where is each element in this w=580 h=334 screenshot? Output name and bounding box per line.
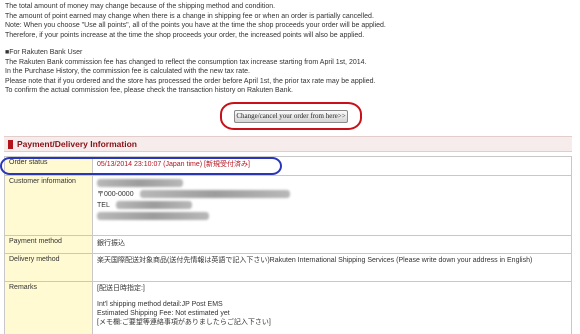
section-title: Payment/Delivery Information bbox=[17, 139, 137, 149]
notice-line: The amount of point earned may change wh… bbox=[5, 12, 374, 20]
delivery-method-label: Delivery method bbox=[4, 253, 93, 282]
bank-notice-line: To confirm the actual commission fee, pl… bbox=[5, 87, 293, 94]
payment-delivery-table: Order status 05/13/2014 23:10:07 (Japan … bbox=[4, 156, 572, 334]
remarks-label: Remarks bbox=[4, 281, 93, 334]
tel-line: TEL bbox=[97, 200, 567, 211]
redacted-address bbox=[139, 190, 290, 199]
redacted-phone bbox=[115, 201, 192, 210]
remarks-line: Int'l shipping method detail:JP Post EMS bbox=[97, 301, 223, 308]
order-status-value: 05/13/2014 23:10:07 (Japan time) [新規受付済み… bbox=[92, 156, 572, 176]
remarks-line: [配送日時指定:] bbox=[97, 285, 145, 292]
remarks-line: Estimated Shipping Fee: Not estimated ye… bbox=[97, 310, 230, 317]
change-cancel-order-button[interactable]: Change/cancel your order from here>> bbox=[234, 110, 348, 123]
tel-label: TEL bbox=[97, 202, 110, 209]
order-status-label: Order status bbox=[4, 156, 93, 176]
table-row-customer-information: Customer information 〒000-0000 TEL bbox=[4, 175, 572, 236]
redacted-email bbox=[97, 212, 209, 221]
notice-text-block: The total amount of money may change bec… bbox=[5, 2, 575, 96]
delivery-method-value: 楽天国際配送対象商品(送付先情報は英語で記入下さい)Rakuten Intern… bbox=[92, 253, 572, 282]
section-header: Payment/Delivery Information bbox=[4, 136, 572, 152]
notice-line: Note: When you choose "Use all points", … bbox=[5, 22, 386, 29]
postal-line: 〒000-0000 bbox=[97, 189, 567, 200]
remarks-line: [メモ欄:ご要望等連絡事項がありましたらご記入下さい] bbox=[97, 319, 271, 326]
table-row-remarks: Remarks [配送日時指定:] Int'l shipping method … bbox=[4, 281, 572, 334]
postal-code: 〒000-0000 bbox=[97, 191, 134, 198]
customer-information-label: Customer information bbox=[4, 175, 93, 236]
redacted-name-line bbox=[97, 178, 567, 189]
table-row-delivery-method: Delivery method 楽天国際配送対象商品(送付先情報は英語で記入下さ… bbox=[4, 253, 572, 282]
bank-notice-heading: ■For Rakuten Bank User bbox=[5, 49, 83, 56]
table-row-payment-method: Payment method 銀行振込 bbox=[4, 235, 572, 254]
redacted-name bbox=[97, 179, 183, 188]
customer-information-value: 〒000-0000 TEL bbox=[92, 175, 572, 236]
bank-notice-line: Please note that if you ordered and the … bbox=[5, 77, 376, 85]
payment-method-value: 銀行振込 bbox=[92, 235, 572, 254]
payment-method-label: Payment method bbox=[4, 235, 93, 254]
notice-line: The total amount of money may change bec… bbox=[5, 3, 276, 10]
button-highlight-ring: Change/cancel your order from here>> bbox=[220, 102, 362, 130]
bank-notice-line: In the Purchase History, the commission … bbox=[5, 68, 250, 75]
redacted-email-line bbox=[97, 211, 567, 222]
section-marker-icon bbox=[8, 140, 13, 149]
table-row-order-status: Order status 05/13/2014 23:10:07 (Japan … bbox=[4, 156, 572, 176]
bank-notice-line: The Rakuten Bank commission fee has chan… bbox=[5, 58, 367, 66]
remarks-value: [配送日時指定:] Int'l shipping method detail:J… bbox=[92, 281, 572, 334]
notice-line: Therefore, if your points increase at th… bbox=[5, 31, 365, 39]
